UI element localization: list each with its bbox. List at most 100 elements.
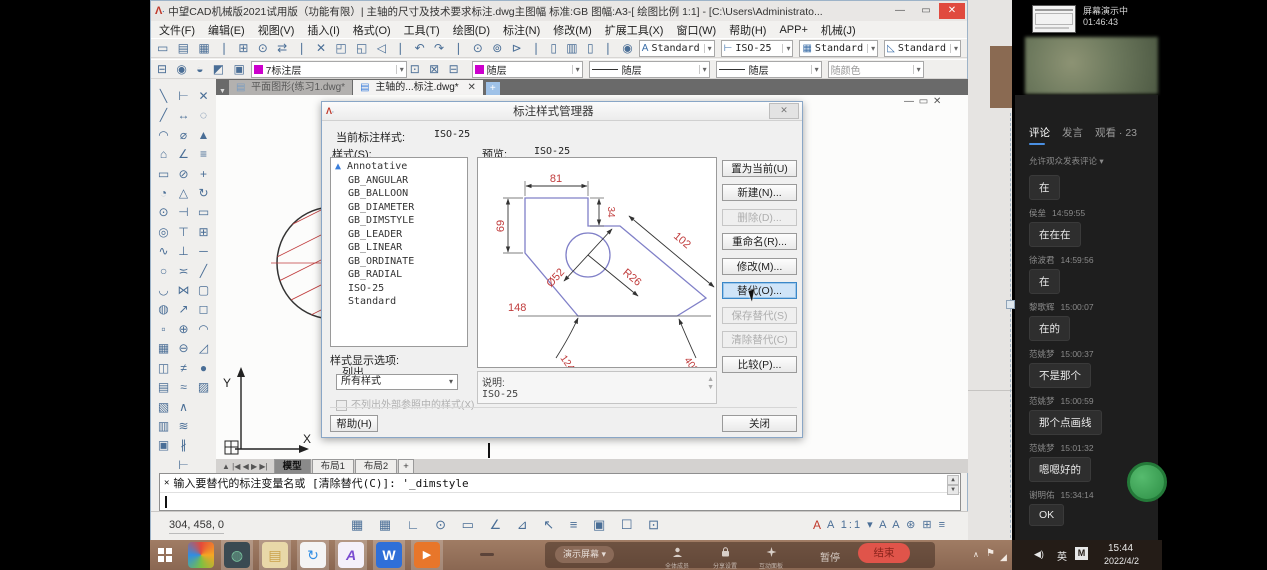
- style-item[interactable]: GB_RADIAL: [335, 268, 467, 282]
- pause-button[interactable]: 暂停: [820, 549, 840, 564]
- lineweight-combo[interactable]: 随层▾: [716, 61, 822, 78]
- style-item[interactable]: ISO-25: [335, 282, 467, 296]
- menu-help[interactable]: 帮助(H): [729, 22, 766, 38]
- tab-layout2[interactable]: 布局2: [355, 459, 397, 474]
- interaction-tool[interactable]: 互动面板: [749, 544, 793, 570]
- floating-green-badge[interactable]: [1127, 462, 1167, 502]
- clock-date[interactable]: 2022/4/2: [1104, 556, 1139, 566]
- media-app-icon[interactable]: ▶: [414, 542, 440, 568]
- share-region-handle[interactable]: [1006, 300, 1015, 309]
- clock-time[interactable]: 15:44: [1108, 543, 1133, 554]
- new-tab-button[interactable]: +: [486, 82, 500, 95]
- set-current-button[interactable]: 置为当前(U): [722, 160, 797, 177]
- menu-window[interactable]: 窗口(W): [676, 22, 716, 38]
- dialog-close-button[interactable]: 关闭: [722, 415, 797, 432]
- layer-combo[interactable]: 7标注层▾: [251, 61, 407, 78]
- share-settings-tool[interactable]: 分享设置: [703, 544, 747, 570]
- tab-layout1[interactable]: 布局1: [312, 459, 354, 474]
- dialog-close-icon[interactable]: ✕: [769, 103, 799, 119]
- tab-close-icon[interactable]: ✕: [467, 82, 475, 93]
- doc-tab-2-active[interactable]: ▤ 主轴的...标注.dwg* ✕: [353, 80, 483, 95]
- styles-listbox[interactable]: ▲ Annotative GB_ANGULAR GB_BALLOON GB_DI…: [330, 157, 468, 347]
- ime-mode-icon[interactable]: M: [1075, 547, 1088, 560]
- menu-insert[interactable]: 插入(I): [307, 22, 339, 38]
- rename-button[interactable]: 重命名(R)...: [722, 233, 797, 250]
- tab-speak[interactable]: 发言: [1062, 125, 1083, 145]
- command-line[interactable]: ✕ 输入要替代的标注变量名或 [清除替代(C)]: '_dimstyle ▲▼: [159, 473, 961, 511]
- dialog-title-bar[interactable]: Λ∙ 标注样式管理器 ✕: [322, 102, 802, 121]
- new-button[interactable]: 新建(N)...: [722, 184, 797, 201]
- folder-app-icon[interactable]: ▤: [262, 542, 288, 568]
- tab-comments[interactable]: 评论: [1029, 125, 1050, 145]
- zwcad-taskbar-icon[interactable]: A: [338, 542, 364, 568]
- status-toggle-icons[interactable]: ▦ ▦ ∟ ⊙ ▭ ∠ ⊿ ↖ ≡ ▣ ☐ ⊡: [351, 517, 665, 533]
- mleader-style-combo[interactable]: ◺ Standard▾: [884, 40, 961, 57]
- doc-tab-1[interactable]: ▤ 平面图形(练习1.dwg*: [229, 80, 352, 95]
- dimension-toolbar-column[interactable]: ⊢ ↔ ⌀ ∠ ⊘ △ ⊣ ⊤ ⊥ ≍ ⋈ ↗ ⊕ ⊖ ≠ ≈ ∧ ≋ ∦ ⊢: [174, 87, 193, 475]
- color-combo[interactable]: 随层▾: [472, 61, 583, 78]
- menu-app[interactable]: APP+: [779, 24, 807, 36]
- end-button[interactable]: 结束: [858, 543, 910, 563]
- dim-style-combo[interactable]: ⊢ ISO-25▾: [721, 40, 794, 57]
- menu-view[interactable]: 视图(V): [258, 22, 295, 38]
- annotation-icon[interactable]: A: [813, 518, 821, 532]
- modify-toolbar-column[interactable]: ✕ ◌ ▲ ≡ + ↻ ▭ ⊞ ─ ╱ ▢ ◻ ◠ ◿ ● ▨: [194, 87, 213, 398]
- standard-toolbar-icons[interactable]: ▭ ▤ ▦ ❘ ⊞ ⊙ ⇄ ❘ ✕ ◰ ◱ ◁ ❘ ↶ ↷ ❘ ⊙ ⊚ ⊳ ❘ …: [151, 41, 636, 55]
- command-close-icon[interactable]: ✕: [160, 478, 173, 488]
- list-filter-select[interactable]: 所有样式▾: [336, 374, 458, 390]
- close-button[interactable]: ✕: [939, 3, 965, 19]
- menu-dimension[interactable]: 标注(N): [503, 22, 540, 38]
- style-item[interactable]: GB_ORDINATE: [335, 255, 467, 269]
- maximize-button[interactable]: ▭: [913, 3, 939, 19]
- tab-model[interactable]: 模型: [274, 459, 311, 474]
- layer-lock-icons[interactable]: ⊡ ⊠ ⊟: [410, 62, 462, 76]
- xref-checkbox[interactable]: [336, 400, 347, 411]
- text-style-combo[interactable]: A Standard▾: [639, 40, 715, 57]
- members-tool[interactable]: 全体成员: [655, 544, 699, 570]
- drawing-area[interactable]: — ▭ ✕: [216, 95, 969, 459]
- style-item[interactable]: GB_LINEAR: [335, 241, 467, 255]
- present-screen-button[interactable]: 演示屏幕 ▾: [555, 546, 614, 563]
- tray-expand-icon[interactable]: ∧: [973, 550, 979, 559]
- menu-modify[interactable]: 修改(M): [553, 22, 592, 38]
- browser-app-icon[interactable]: [188, 542, 214, 568]
- sync-app-icon[interactable]: ↻: [300, 542, 326, 568]
- help-button[interactable]: 帮助(H): [330, 415, 378, 432]
- menu-tools[interactable]: 工具(T): [404, 22, 440, 38]
- ime-lang-indicator[interactable]: 英: [1057, 548, 1067, 563]
- xref-checkbox-row[interactable]: 不列出外部参照中的样式(X): [336, 396, 474, 411]
- table-style-combo[interactable]: ▦ Standard▾: [799, 40, 878, 57]
- command-scrollbar[interactable]: ▲▼: [947, 475, 959, 495]
- style-item-annotative[interactable]: ▲ Annotative: [335, 160, 467, 174]
- comment-permission-dropdown[interactable]: 允许观众发表评论 ▾: [1015, 145, 1158, 167]
- wps-app-icon[interactable]: W: [376, 542, 402, 568]
- network-signal-icon[interactable]: ◢: [1000, 552, 1007, 563]
- camera-video-feed[interactable]: [1025, 37, 1158, 94]
- linetype-combo[interactable]: 随层▾: [589, 61, 710, 78]
- tray-flag-icon[interactable]: ⚑: [986, 548, 995, 559]
- style-item[interactable]: GB_LEADER: [335, 228, 467, 242]
- menu-file[interactable]: 文件(F): [159, 22, 195, 38]
- mdi-window-controls[interactable]: — ▭ ✕: [904, 96, 942, 107]
- compare-button[interactable]: 比较(P)...: [722, 356, 797, 373]
- speaker-icon[interactable]: ◀): [1034, 549, 1044, 560]
- style-item[interactable]: GB_DIAMETER: [335, 201, 467, 215]
- menu-edit[interactable]: 编辑(E): [208, 22, 245, 38]
- menu-draw[interactable]: 绘图(D): [453, 22, 490, 38]
- draw-toolbar-column[interactable]: ╲ ╱ ◠ ⌂ ▭ ◔ ⊙ ◎ ∿ ○ ◡ ◍ ▫ ▦ ◫ ▤ ▧ ▥ ▣: [154, 87, 173, 456]
- graphics-app-icon[interactable]: ◍: [224, 542, 250, 568]
- modify-button[interactable]: 修改(M)...: [722, 258, 797, 275]
- description-spinner[interactable]: ▲▼: [707, 376, 714, 392]
- plotstyle-combo[interactable]: 随颜色▾: [828, 61, 924, 78]
- toolbar-handle[interactable]: [480, 553, 494, 556]
- layout-nav-icons[interactable]: ▲ |◀ ◀ ▶ ▶|: [216, 462, 274, 471]
- status-right-icons[interactable]: A 1:1 ▾ A A ⊛ ⊞ ≡: [827, 518, 947, 531]
- menu-format[interactable]: 格式(O): [353, 22, 391, 38]
- style-item[interactable]: Standard: [335, 295, 467, 309]
- style-item[interactable]: GB_ANGULAR: [335, 174, 467, 188]
- menu-express[interactable]: 扩展工具(X): [605, 22, 664, 38]
- style-item[interactable]: GB_DIMSTYLE: [335, 214, 467, 228]
- tab-overflow-icon[interactable]: ▼: [216, 88, 229, 95]
- layer-toolbar-icons[interactable]: ⊟ ◉ ◒ ◩ ▣: [151, 62, 248, 76]
- override-button[interactable]: 替代(O)...: [722, 282, 797, 299]
